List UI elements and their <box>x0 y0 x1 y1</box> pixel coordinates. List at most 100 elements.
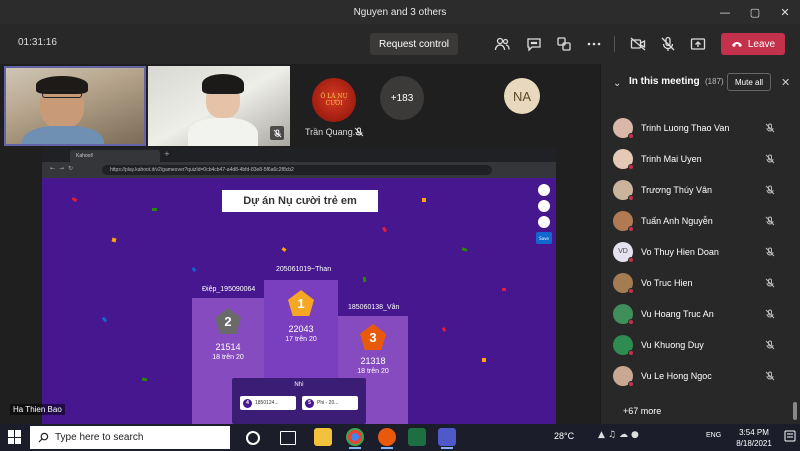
file-explorer-icon[interactable] <box>314 428 332 446</box>
participant-name: Trương Thúy Vân <box>641 184 712 195</box>
confetti <box>71 196 78 203</box>
cortana-icon[interactable] <box>246 431 260 445</box>
taskbar-clock[interactable]: 3:54 PM 8/18/2021 <box>724 427 784 449</box>
mic-off-icon[interactable] <box>765 185 775 195</box>
meeting-toolbar: 01:31:16 Request control Leave <box>0 24 800 64</box>
kahoot-control-icon <box>538 216 550 228</box>
mic-off-icon[interactable] <box>765 123 775 133</box>
shared-screen: Kahoot! + ←→↻ https://play.kahoot.it/v2/… <box>0 146 600 424</box>
confetti <box>461 247 468 252</box>
avatar <box>613 303 634 325</box>
browser-tab: Kahoot! <box>70 150 160 162</box>
avatar <box>613 334 634 356</box>
windows-start-icon[interactable] <box>8 430 22 444</box>
avatar-logo[interactable]: Ô LÀ NỤ CƯỜI <box>312 78 356 122</box>
participant-row[interactable]: VD Vo Thuy Hien Doan <box>601 236 791 267</box>
presence-dot <box>628 380 634 387</box>
participant-row[interactable]: Trương Thúy Vân <box>601 174 791 205</box>
toolbar-divider <box>614 36 615 52</box>
notification-icon[interactable] <box>784 430 796 444</box>
close-icon[interactable]: ✕ <box>770 0 800 24</box>
hangup-icon <box>731 42 742 47</box>
scrollbar-thumb[interactable] <box>793 402 797 420</box>
browser-nav-icons: ←→↻ <box>50 165 78 172</box>
podium-2-correct: 18 trên 20 <box>212 354 244 361</box>
share-screen-icon[interactable] <box>688 34 708 54</box>
podium-1-correct: 17 trên 20 <box>285 336 317 343</box>
mic-off-icon[interactable] <box>765 278 775 288</box>
participant-row[interactable]: Vu Le Hong Ngoc <box>601 360 791 391</box>
url-bar: https://play.kahoot.it/v2/gameover?quizI… <box>102 165 492 175</box>
confetti <box>502 288 506 291</box>
camera-off-icon[interactable] <box>628 34 648 54</box>
request-control-button[interactable]: Request control <box>370 33 458 55</box>
logo-text: Ô LÀ NỤ CƯỜI <box>320 93 348 107</box>
people-icon[interactable] <box>492 34 512 54</box>
mic-off-icon[interactable] <box>765 216 775 226</box>
podium-3-badge: 3 <box>360 324 386 350</box>
confetti <box>482 358 486 362</box>
participant-row[interactable]: Vu Hoang Truc An <box>601 298 791 329</box>
presence-dot <box>628 132 634 139</box>
confetti <box>281 247 287 252</box>
weather-temp[interactable]: 28°C <box>554 431 574 441</box>
mic-off-icon[interactable] <box>765 309 775 319</box>
video-tile-participant[interactable] <box>148 66 290 146</box>
taskbar-search[interactable]: Type here to search <box>30 426 230 449</box>
mic-off-icon[interactable] <box>765 247 775 257</box>
presenter-name: Ha Thien Bao <box>10 404 65 415</box>
task-view-icon[interactable] <box>280 431 296 445</box>
chat-icon[interactable] <box>524 34 544 54</box>
leave-button[interactable]: Leave <box>721 33 785 55</box>
runner-up-name: Phi - 20... <box>317 400 339 406</box>
muted-badge <box>270 126 284 140</box>
participant-row[interactable]: Trinh Luong Thao Van <box>601 112 791 143</box>
mic-off-icon <box>273 128 281 137</box>
participant-row[interactable]: Vu Khuong Duy <box>601 329 791 360</box>
video-tile-speaker[interactable] <box>4 66 146 146</box>
minimize-icon[interactable]: — <box>710 0 740 24</box>
participant-row[interactable]: Trinh Mai Uyen <box>601 143 791 174</box>
confetti <box>381 226 388 233</box>
participant-row[interactable]: Tuấn Anh Nguyễn <box>601 205 791 236</box>
browser-addressbar: ←→↻ https://play.kahoot.it/v2/gameover?q… <box>42 162 556 178</box>
runner-up-panel: Nhì 4 1850124... 5 Phi - 20... <box>232 378 366 424</box>
confetti <box>362 276 367 283</box>
kahoot-side-controls: Save <box>536 184 552 244</box>
excel-icon[interactable] <box>408 428 426 446</box>
runner-up-rank: 5 <box>305 398 314 408</box>
confetti <box>111 237 117 243</box>
app-icon[interactable] <box>378 428 396 449</box>
mic-off-icon[interactable] <box>765 154 775 164</box>
participant-hair <box>202 74 244 94</box>
more-participants[interactable]: +67 more <box>623 406 661 416</box>
chrome-icon[interactable] <box>346 428 364 449</box>
windows-taskbar: Type here to search 28°C ▲♫☁● ENG 3:54 P… <box>0 424 800 451</box>
teams-window: Nguyen and 3 others — ▢ ✕ 01:31:16 Reque… <box>0 0 800 451</box>
participant-name: Trần Quang... <box>305 127 361 137</box>
confetti <box>422 198 426 202</box>
panel-scrollbar[interactable] <box>793 112 797 420</box>
participant-name: Vu Le Hong Ngoc <box>641 370 712 381</box>
close-panel-icon[interactable]: ✕ <box>781 76 790 89</box>
mic-off-icon[interactable] <box>658 34 678 54</box>
avatar <box>613 117 634 139</box>
presence-dot <box>628 225 634 232</box>
language-indicator[interactable]: ENG <box>706 432 721 439</box>
chevron-down-icon[interactable]: ⌄ <box>613 78 621 89</box>
mic-off-icon[interactable] <box>765 340 775 350</box>
avatar-initials[interactable]: NA <box>504 78 540 114</box>
system-tray-icons[interactable]: ▲♫☁● <box>598 430 642 440</box>
breakout-rooms-icon[interactable] <box>554 34 574 54</box>
mic-off-icon[interactable] <box>765 371 775 381</box>
overflow-participants[interactable]: +183 <box>380 76 424 120</box>
avatar <box>613 365 634 387</box>
glasses-icon <box>42 90 82 98</box>
kahoot-control-icon <box>538 184 550 196</box>
shared-browser: Kahoot! + ←→↻ https://play.kahoot.it/v2/… <box>42 148 556 424</box>
maximize-icon[interactable]: ▢ <box>740 0 770 24</box>
teams-icon[interactable] <box>438 428 456 449</box>
more-actions-icon[interactable] <box>584 34 604 54</box>
mute-all-button[interactable]: Mute all <box>727 73 771 91</box>
participant-row[interactable]: Vo Truc Hien <box>601 267 791 298</box>
